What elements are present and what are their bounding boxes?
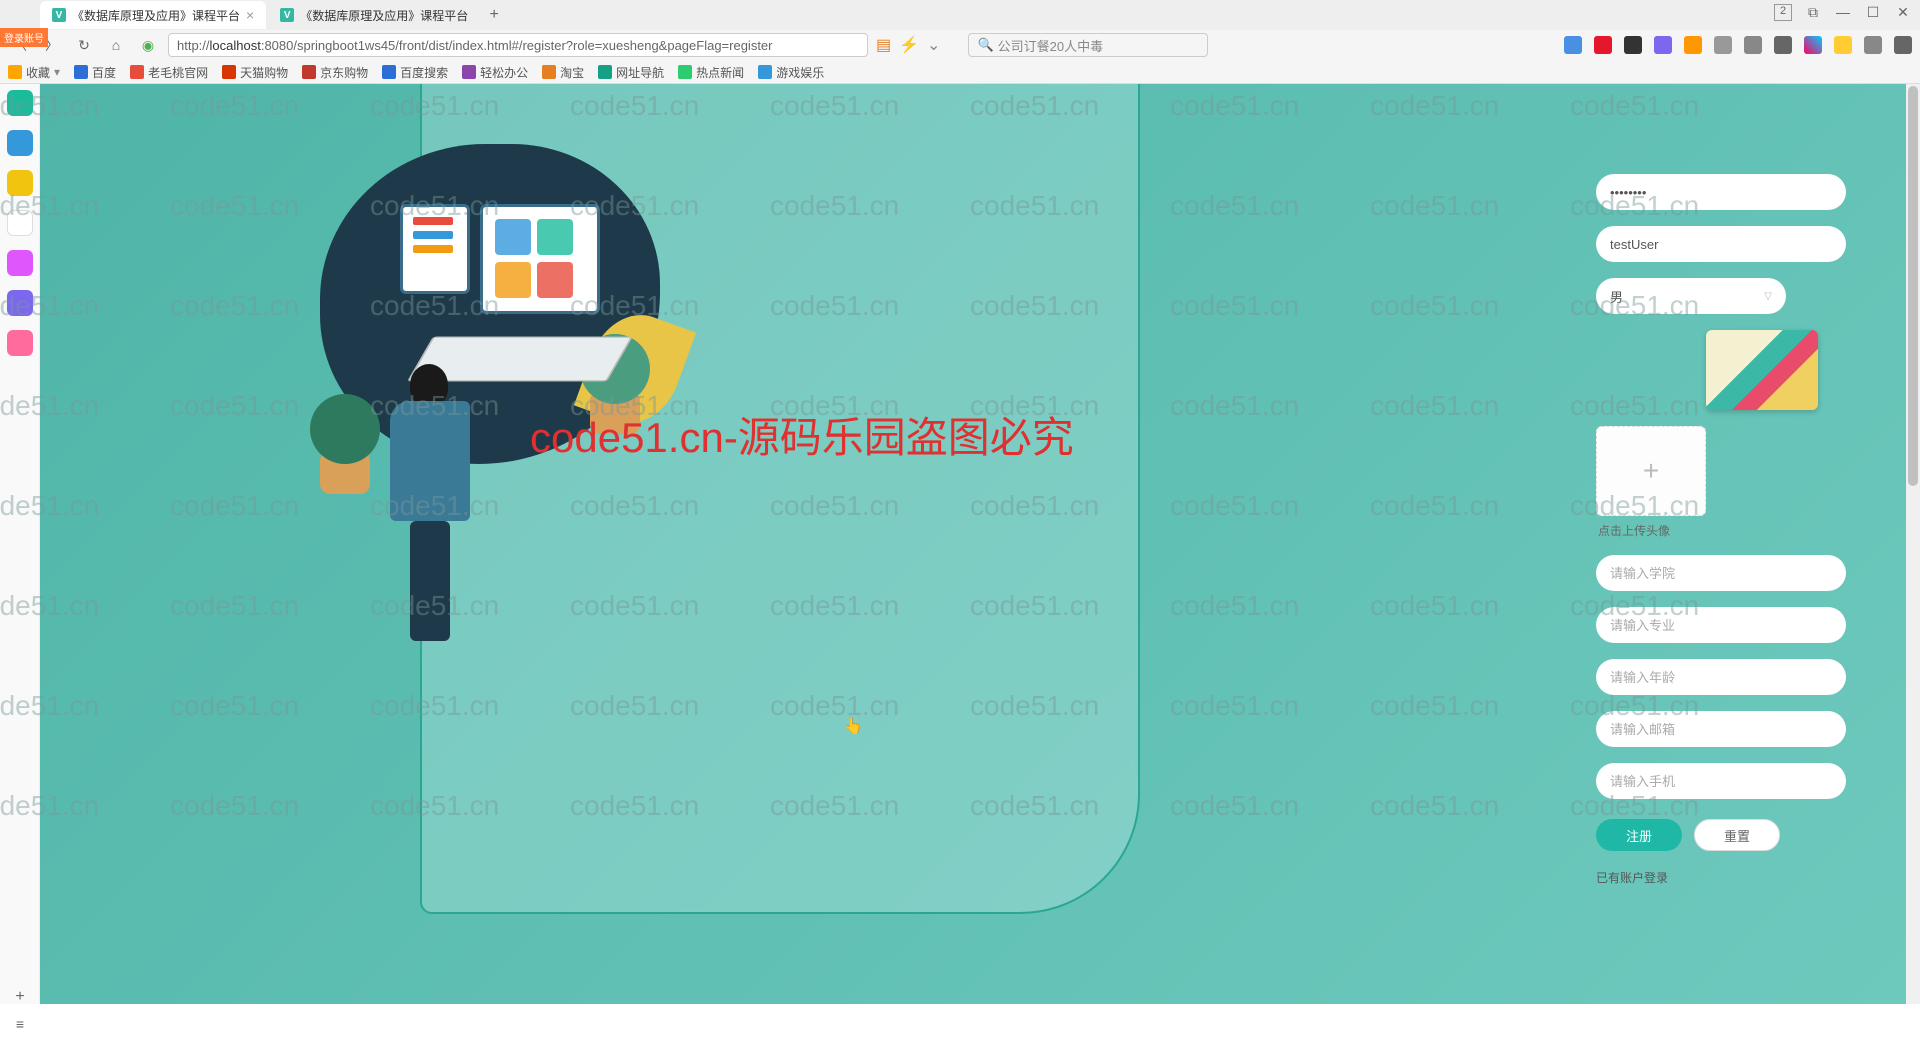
- tab-title: 《数据库原理及应用》课程平台: [72, 7, 240, 24]
- new-tab-button[interactable]: +: [482, 6, 506, 24]
- reload-button[interactable]: ↻: [72, 33, 96, 57]
- age-input[interactable]: [1596, 659, 1846, 695]
- sidebar-app-4[interactable]: [7, 210, 33, 236]
- phone-input[interactable]: [1596, 763, 1846, 799]
- bm-icon: [222, 65, 236, 79]
- scrollbar[interactable]: [1906, 84, 1920, 1004]
- bm-icon: [302, 65, 316, 79]
- sidebar-app-1[interactable]: [7, 90, 33, 116]
- left-sidebar: [0, 84, 40, 1004]
- upload-hint: 点击上传头像: [1598, 522, 1670, 539]
- bookmark-bar: 收藏▾ 百度 老毛桃官网 天猫购物 京东购物 百度搜索 轻松办公 淘宝 网址导航…: [0, 60, 1920, 84]
- bm-icon: [74, 65, 88, 79]
- tab-bar: V 《数据库原理及应用》课程平台 × V 《数据库原理及应用》课程平台 + 2 …: [0, 0, 1920, 30]
- gender-value: 男: [1610, 287, 1623, 306]
- bookmark-item[interactable]: 京东购物: [302, 64, 368, 81]
- bookmark-item[interactable]: 淘宝: [542, 64, 584, 81]
- close-icon[interactable]: ×: [246, 7, 254, 23]
- bookmark-item[interactable]: 天猫购物: [222, 64, 288, 81]
- bookmark-item[interactable]: 百度: [74, 64, 116, 81]
- browser-chrome: 登录账号 V 《数据库原理及应用》课程平台 × V 《数据库原理及应用》课程平台…: [0, 0, 1920, 84]
- bm-icon: [598, 65, 612, 79]
- submit-button[interactable]: 注册: [1596, 819, 1682, 851]
- illustration: [300, 144, 680, 604]
- avatar-preview: [1706, 330, 1818, 410]
- bookmark-item[interactable]: 轻松办公: [462, 64, 528, 81]
- translate-icon[interactable]: [1654, 36, 1672, 54]
- search-icon: 🔍: [977, 37, 993, 53]
- register-form: 男 ▽ + 点击上传头像 注册 重置 已有账户登录: [1596, 174, 1866, 886]
- sidebar-app-7[interactable]: [7, 330, 33, 356]
- plus-icon: +: [1643, 455, 1659, 487]
- bookmark-fav[interactable]: 收藏▾: [8, 64, 60, 81]
- page-viewport: 男 ▽ + 点击上传头像 注册 重置 已有账户登录 👆 code51.cn-源码…: [40, 84, 1906, 1004]
- zoom-icon[interactable]: [1714, 36, 1732, 54]
- puzzle-icon[interactable]: [1744, 36, 1762, 54]
- gender-select[interactable]: 男 ▽: [1596, 278, 1786, 314]
- sun-icon[interactable]: [1834, 36, 1852, 54]
- upload-box[interactable]: +: [1596, 426, 1706, 516]
- username-input[interactable]: [1596, 226, 1846, 262]
- add-sidebar-icon[interactable]: +: [10, 988, 30, 1008]
- tab-title: 《数据库原理及应用》课程平台: [300, 7, 468, 24]
- login-link[interactable]: 已有账户登录: [1596, 869, 1668, 886]
- email-input[interactable]: [1596, 711, 1846, 747]
- bm-icon: [462, 65, 476, 79]
- weibo-icon[interactable]: [1594, 36, 1612, 54]
- menu-icon[interactable]: [1894, 36, 1912, 54]
- search-input[interactable]: 🔍 公司订餐20人中毒: [968, 33, 1208, 57]
- password-input[interactable]: [1596, 174, 1846, 210]
- mail-icon[interactable]: [1564, 36, 1582, 54]
- bm-icon: [130, 65, 144, 79]
- maximize-icon[interactable]: ☐: [1864, 4, 1882, 21]
- bookmark-item[interactable]: 游戏娱乐: [758, 64, 824, 81]
- tab-favicon-icon: V: [280, 8, 294, 22]
- sidebar-app-6[interactable]: [7, 290, 33, 316]
- sidebar-app-2[interactable]: [7, 130, 33, 156]
- bookmark-item[interactable]: 网址导航: [598, 64, 664, 81]
- toolbar-icons: [1564, 36, 1912, 54]
- star-icon: [8, 65, 22, 79]
- bookmark-item[interactable]: 百度搜索: [382, 64, 448, 81]
- sidebar-app-5[interactable]: [7, 250, 33, 276]
- bookmark-item[interactable]: 热点新闻: [678, 64, 744, 81]
- url-host: localhost: [210, 38, 261, 53]
- refresh2-icon[interactable]: [1864, 36, 1882, 54]
- cursor-icon: 👆: [843, 716, 863, 736]
- scissors-icon[interactable]: [1624, 36, 1642, 54]
- tab-favicon-icon: V: [52, 8, 66, 22]
- chevron-down-icon: ▽: [1764, 291, 1772, 302]
- bm-icon: [382, 65, 396, 79]
- college-input[interactable]: [1596, 555, 1846, 591]
- close-window-icon[interactable]: ✕: [1894, 4, 1912, 21]
- sidebar-menu-icon[interactable]: ≡: [10, 1016, 30, 1032]
- pin-icon[interactable]: ⧉: [1804, 4, 1822, 21]
- reset-button[interactable]: 重置: [1694, 819, 1780, 851]
- shield-icon[interactable]: ◉: [136, 33, 160, 57]
- major-input[interactable]: [1596, 607, 1846, 643]
- browser-tab[interactable]: V 《数据库原理及应用》课程平台: [268, 1, 480, 29]
- flash-icon[interactable]: ⚡: [899, 35, 919, 55]
- bm-icon: [542, 65, 556, 79]
- color-icon[interactable]: [1804, 36, 1822, 54]
- home-button[interactable]: ⌂: [104, 33, 128, 57]
- sidebar-app-3[interactable]: [7, 170, 33, 196]
- security-icon[interactable]: [1684, 36, 1702, 54]
- grid-icon[interactable]: [1774, 36, 1792, 54]
- bookmark-item[interactable]: 老毛桃官网: [130, 64, 208, 81]
- address-bar: 〈 〉 ↻ ⌂ ◉ http://localhost:8080/springbo…: [0, 30, 1920, 60]
- scroll-thumb[interactable]: [1908, 86, 1918, 486]
- bm-icon: [678, 65, 692, 79]
- button-row: 注册 重置: [1596, 819, 1780, 851]
- reader-icon[interactable]: ▤: [876, 35, 891, 55]
- window-controls: 2 ⧉ — ☐ ✕: [1774, 4, 1912, 21]
- bm-icon: [758, 65, 772, 79]
- badge-icon: 2: [1774, 4, 1792, 21]
- minimize-icon[interactable]: —: [1834, 4, 1852, 21]
- login-badge[interactable]: 登录账号: [0, 28, 48, 47]
- browser-tab-active[interactable]: V 《数据库原理及应用》课程平台 ×: [40, 1, 266, 29]
- chevron-down-icon[interactable]: ⌄: [927, 35, 940, 55]
- url-input[interactable]: http://localhost:8080/springboot1ws45/fr…: [168, 33, 868, 57]
